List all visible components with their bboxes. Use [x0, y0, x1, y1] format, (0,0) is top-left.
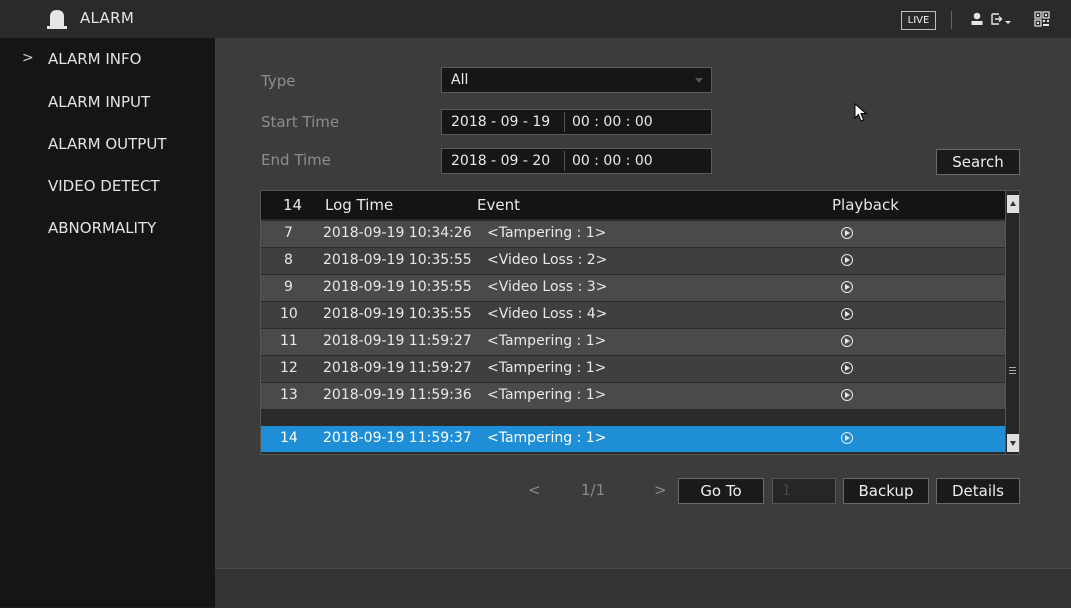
table-row-selected[interactable]: 14 2018-09-19 11:59:37 <Tampering : 1>: [261, 426, 1005, 452]
table-row[interactable]: 10 2018-09-19 10:35:55 <Video Loss : 4>: [261, 302, 1005, 328]
playback-icon[interactable]: [841, 254, 853, 266]
scroll-down-icon[interactable]: [1007, 434, 1019, 452]
table-row[interactable]: 13 2018-09-19 11:59:36 <Tampering : 1>: [261, 383, 1005, 409]
playback-icon[interactable]: [841, 281, 853, 293]
field-divider: [564, 151, 565, 171]
type-select-value: All: [451, 72, 469, 88]
sidebar-item-alarm-info[interactable]: > ALARM INFO: [0, 50, 215, 86]
row-event: <Tampering : 1>: [487, 387, 607, 403]
sidebar-item-label: VIDEO DETECT: [48, 177, 160, 195]
playback-icon[interactable]: [841, 432, 853, 444]
start-time-field[interactable]: 2018 - 09 - 19 00 : 00 : 00: [441, 109, 712, 135]
row-log-time: 2018-09-19 10:35:55: [323, 252, 472, 268]
sidebar-item-alarm-input[interactable]: ALARM INPUT: [0, 93, 215, 129]
header-playback: Playback: [832, 196, 899, 214]
row-event: <Video Loss : 3>: [487, 279, 608, 295]
field-divider: [564, 112, 565, 132]
table-row[interactable]: 12 2018-09-19 11:59:27 <Tampering : 1>: [261, 356, 1005, 382]
row-number: 8: [284, 252, 293, 268]
end-time-value[interactable]: 00 : 00 : 00: [572, 153, 653, 169]
details-button[interactable]: Details: [936, 478, 1020, 504]
table-row[interactable]: 9 2018-09-19 10:35:55 <Video Loss : 3>: [261, 275, 1005, 301]
backup-button[interactable]: Backup: [843, 478, 929, 504]
row-event: <Tampering : 1>: [487, 225, 607, 241]
row-number: 11: [280, 333, 298, 349]
top-bar: ALARM LIVE: [0, 0, 1071, 38]
mouse-pointer-icon: [854, 103, 868, 122]
row-event: <Video Loss : 2>: [487, 252, 608, 268]
live-button[interactable]: LIVE: [901, 11, 936, 30]
scroll-up-icon[interactable]: [1007, 195, 1019, 213]
playback-icon[interactable]: [841, 308, 853, 320]
sidebar-item-abnormality[interactable]: ABNORMALITY: [0, 219, 215, 255]
row-log-time: 2018-09-19 11:59:27: [323, 333, 472, 349]
start-time-label: Start Time: [261, 113, 340, 131]
sidebar-item-alarm-output[interactable]: ALARM OUTPUT: [0, 135, 215, 171]
table-row[interactable]: 11 2018-09-19 11:59:27 <Tampering : 1>: [261, 329, 1005, 355]
row-event: <Video Loss : 4>: [487, 306, 608, 322]
row-number: 7: [284, 225, 293, 241]
row-log-time: 2018-09-19 11:59:37: [323, 430, 472, 446]
user-icon[interactable]: [969, 11, 985, 27]
start-date-value[interactable]: 2018 - 09 - 19: [451, 114, 550, 130]
row-number: 13: [280, 387, 298, 403]
header-count: 14: [283, 196, 303, 214]
page-title: ALARM: [80, 9, 135, 27]
start-time-value[interactable]: 00 : 00 : 00: [572, 114, 653, 130]
goto-page-input[interactable]: 1: [772, 478, 836, 504]
scroll-grip-icon: [1009, 367, 1016, 368]
table-row[interactable]: 8 2018-09-19 10:35:55 <Video Loss : 2>: [261, 248, 1005, 274]
row-event: <Tampering : 1>: [487, 333, 607, 349]
next-page-button[interactable]: >: [654, 481, 667, 499]
end-time-field[interactable]: 2018 - 09 - 20 00 : 00 : 00: [441, 148, 712, 174]
sidebar-item-label: ABNORMALITY: [48, 219, 157, 237]
sidebar-item-video-detect[interactable]: VIDEO DETECT: [0, 177, 215, 213]
alarm-bell-icon: [47, 10, 67, 29]
playback-icon[interactable]: [841, 227, 853, 239]
end-date-value[interactable]: 2018 - 09 - 20: [451, 153, 550, 169]
sidebar-item-label: ALARM INPUT: [48, 93, 151, 111]
header-divider: [951, 11, 952, 29]
qr-code-icon[interactable]: [1034, 11, 1050, 27]
row-number: 10: [280, 306, 298, 322]
row-event: <Tampering : 1>: [487, 360, 607, 376]
sidebar: > ALARM INFO ALARM INPUT ALARM OUTPUT VI…: [0, 38, 215, 607]
search-button[interactable]: Search: [936, 149, 1020, 175]
row-log-time: 2018-09-19 10:35:55: [323, 306, 472, 322]
playback-icon[interactable]: [841, 362, 853, 374]
row-event: <Tampering : 1>: [487, 430, 607, 446]
table-row[interactable]: 7 2018-09-19 10:34:26 <Tampering : 1>: [261, 221, 1005, 247]
row-log-time: 2018-09-19 11:59:36: [323, 387, 472, 403]
type-label: Type: [261, 72, 296, 90]
bottom-bar: [215, 568, 1071, 608]
chevron-down-icon: [695, 78, 703, 83]
sidebar-item-label: ALARM INFO: [48, 50, 142, 68]
row-log-time: 2018-09-19 10:35:55: [323, 279, 472, 295]
logout-dropdown-icon[interactable]: [990, 11, 1012, 27]
header-event: Event: [477, 196, 520, 214]
page-indicator: 1/1: [581, 481, 606, 499]
sidebar-item-label: ALARM OUTPUT: [48, 135, 167, 153]
end-time-label: End Time: [261, 151, 331, 169]
goto-page-value: 1: [782, 483, 791, 499]
table-header: 14 Log Time Event Playback: [261, 191, 1005, 219]
prev-page-button[interactable]: <: [528, 481, 541, 499]
row-number: 9: [284, 279, 293, 295]
header-log-time: Log Time: [325, 196, 394, 214]
table-scrollbar[interactable]: [1005, 191, 1019, 454]
alarm-log-table: 14 Log Time Event Playback 7 2018-09-19 …: [260, 190, 1020, 455]
goto-button[interactable]: Go To: [678, 478, 764, 504]
row-log-time: 2018-09-19 11:59:27: [323, 360, 472, 376]
playback-icon[interactable]: [841, 389, 853, 401]
playback-icon[interactable]: [841, 335, 853, 347]
row-log-time: 2018-09-19 10:34:26: [323, 225, 472, 241]
active-item-marker: >: [22, 50, 34, 66]
row-number: 14: [280, 430, 298, 446]
row-number: 12: [280, 360, 298, 376]
type-select[interactable]: All: [441, 67, 712, 93]
scroll-thumb[interactable]: [1007, 311, 1019, 417]
